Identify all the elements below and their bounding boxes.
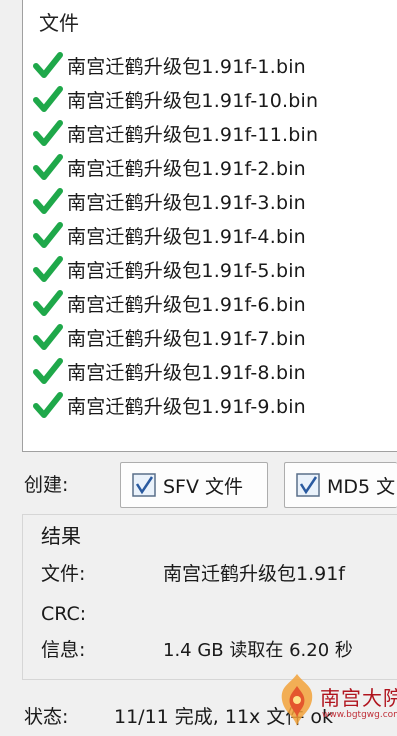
status-label: 状态:	[24, 706, 69, 728]
sfv-file-icon	[132, 473, 156, 497]
file-list-row[interactable]: 南宫迁鹤升级包1.91f-2.bin	[33, 150, 318, 184]
result-crc-label: CRC:	[41, 603, 87, 625]
result-info-value: 1.4 GB 读取在 6.20 秒	[163, 640, 353, 661]
result-group: 结果 文件: 南宫迁鹤升级包1.91f CRC: 信息: 1.4 GB 读取在 …	[22, 514, 397, 680]
green-check-icon	[33, 256, 63, 282]
watermark-url: www.bgtgwg.com	[322, 710, 397, 720]
green-check-icon	[33, 290, 63, 316]
file-list-row[interactable]: 南宫迁鹤升级包1.91f-3.bin	[33, 184, 318, 218]
green-check-icon	[33, 120, 63, 146]
file-name: 南宫迁鹤升级包1.91f-6.bin	[67, 293, 306, 316]
green-check-icon	[33, 86, 63, 112]
file-name: 南宫迁鹤升级包1.91f-10.bin	[67, 89, 319, 112]
file-name: 南宫迁鹤升级包1.91f-8.bin	[67, 361, 306, 384]
phoenix-logo-icon	[281, 674, 313, 726]
green-check-icon	[33, 392, 63, 418]
file-list-row[interactable]: 南宫迁鹤升级包1.91f-11.bin	[33, 116, 318, 150]
result-file-label: 文件:	[41, 563, 86, 585]
result-info-label: 信息:	[41, 639, 86, 661]
file-name: 南宫迁鹤升级包1.91f-3.bin	[67, 191, 306, 214]
file-name: 南宫迁鹤升级包1.91f-2.bin	[67, 157, 306, 180]
file-name: 南宫迁鹤升级包1.91f-5.bin	[67, 259, 306, 282]
green-check-icon	[33, 358, 63, 384]
file-list-row[interactable]: 南宫迁鹤升级包1.91f-7.bin	[33, 320, 318, 354]
md5-file-icon	[296, 473, 320, 497]
file-list-panel: 文件 南宫迁鹤升级包1.91f-1.bin 南宫迁鹤升级包1.91f-10.bin…	[22, 0, 397, 452]
file-list-row[interactable]: 南宫迁鹤升级包1.91f-1.bin	[33, 48, 318, 82]
create-label: 创建:	[24, 474, 69, 496]
result-title: 结果	[41, 524, 81, 548]
watermark-logo: 南宫大院 www.bgtgwg.com	[272, 664, 397, 736]
green-check-icon	[33, 324, 63, 350]
file-list-row[interactable]: 南宫迁鹤升级包1.91f-8.bin	[33, 354, 318, 388]
green-check-icon	[33, 188, 63, 214]
watermark-text: 南宫大院	[320, 686, 397, 710]
file-name: 南宫迁鹤升级包1.91f-9.bin	[67, 395, 306, 418]
file-name: 南宫迁鹤升级包1.91f-11.bin	[67, 123, 319, 146]
file-list-row[interactable]: 南宫迁鹤升级包1.91f-5.bin	[33, 252, 318, 286]
file-column-header[interactable]: 文件	[39, 8, 79, 38]
create-sfv-button[interactable]: SFV 文件	[120, 462, 268, 508]
sfv-button-label: SFV 文件	[163, 475, 244, 498]
md5-button-label: MD5 文	[327, 475, 396, 498]
create-md5-button[interactable]: MD5 文	[284, 462, 397, 508]
green-check-icon	[33, 154, 63, 180]
file-name: 南宫迁鹤升级包1.91f-4.bin	[67, 225, 306, 248]
file-list-row[interactable]: 南宫迁鹤升级包1.91f-4.bin	[33, 218, 318, 252]
green-check-icon	[33, 222, 63, 248]
file-list-row[interactable]: 南宫迁鹤升级包1.91f-6.bin	[33, 286, 318, 320]
file-name: 南宫迁鹤升级包1.91f-1.bin	[67, 55, 306, 78]
result-file-value: 南宫迁鹤升级包1.91f	[163, 563, 345, 585]
file-list-row[interactable]: 南宫迁鹤升级包1.91f-10.bin	[33, 82, 318, 116]
file-name: 南宫迁鹤升级包1.91f-7.bin	[67, 327, 306, 350]
file-list-row[interactable]: 南宫迁鹤升级包1.91f-9.bin	[33, 388, 318, 422]
file-list: 南宫迁鹤升级包1.91f-1.bin 南宫迁鹤升级包1.91f-10.bin 南宫迁…	[33, 48, 318, 422]
green-check-icon	[33, 52, 63, 78]
